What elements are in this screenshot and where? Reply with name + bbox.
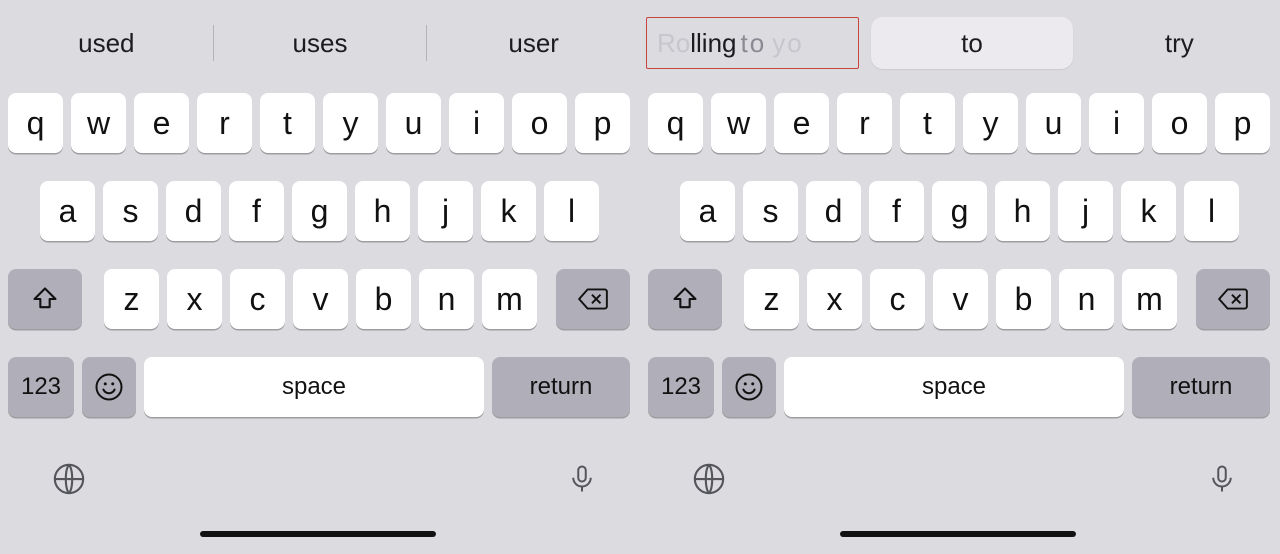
key-t[interactable]: t xyxy=(260,93,315,153)
return-key[interactable]: return xyxy=(1132,357,1270,417)
emoji-key[interactable] xyxy=(722,357,776,417)
key-e[interactable]: e xyxy=(134,93,189,153)
key-y[interactable]: y xyxy=(323,93,378,153)
shift-key[interactable] xyxy=(648,269,722,329)
key-c[interactable]: c xyxy=(230,269,285,329)
key-r[interactable]: r xyxy=(197,93,252,153)
numbers-key[interactable]: 123 xyxy=(8,357,74,417)
backspace-key[interactable] xyxy=(1196,269,1270,329)
suggestion-bar-right: Rolling to yo to try xyxy=(640,17,1280,69)
key-q[interactable]: q xyxy=(648,93,703,153)
key-q[interactable]: q xyxy=(8,93,63,153)
key-x[interactable]: x xyxy=(807,269,862,329)
home-indicator xyxy=(840,531,1076,537)
key-c[interactable]: c xyxy=(870,269,925,329)
key-n[interactable]: n xyxy=(1059,269,1114,329)
key-p[interactable]: p xyxy=(1215,93,1270,153)
key-l[interactable]: l xyxy=(544,181,599,241)
key-i[interactable]: i xyxy=(1089,93,1144,153)
key-s[interactable]: s xyxy=(743,181,798,241)
space-key[interactable]: space xyxy=(784,357,1124,417)
key-o[interactable]: o xyxy=(512,93,567,153)
backspace-key[interactable] xyxy=(556,269,630,329)
key-w[interactable]: w xyxy=(711,93,766,153)
key-u[interactable]: u xyxy=(386,93,441,153)
key-m[interactable]: m xyxy=(1122,269,1177,329)
key-b[interactable]: b xyxy=(996,269,1051,329)
key-u[interactable]: u xyxy=(1026,93,1081,153)
key-t[interactable]: t xyxy=(900,93,955,153)
key-j[interactable]: j xyxy=(418,181,473,241)
mic-icon[interactable] xyxy=(1202,459,1242,499)
key-x[interactable]: x xyxy=(167,269,222,329)
key-g[interactable]: g xyxy=(932,181,987,241)
key-w[interactable]: w xyxy=(71,93,126,153)
key-i[interactable]: i xyxy=(449,93,504,153)
key-y[interactable]: y xyxy=(963,93,1018,153)
key-f[interactable]: f xyxy=(869,181,924,241)
key-a[interactable]: a xyxy=(40,181,95,241)
key-d[interactable]: d xyxy=(806,181,861,241)
key-m[interactable]: m xyxy=(482,269,537,329)
suggestion-bar-left: used uses user xyxy=(0,17,640,69)
space-key[interactable]: space xyxy=(144,357,484,417)
key-z[interactable]: z xyxy=(104,269,159,329)
mic-icon[interactable] xyxy=(562,459,602,499)
key-l[interactable]: l xyxy=(1184,181,1239,241)
suggestion-primary[interactable]: to xyxy=(871,17,1072,69)
emoji-key[interactable] xyxy=(82,357,136,417)
key-o[interactable]: o xyxy=(1152,93,1207,153)
globe-icon[interactable] xyxy=(689,459,729,499)
key-p[interactable]: p xyxy=(575,93,630,153)
key-n[interactable]: n xyxy=(419,269,474,329)
key-j[interactable]: j xyxy=(1058,181,1113,241)
key-v[interactable]: v xyxy=(933,269,988,329)
key-a[interactable]: a xyxy=(680,181,735,241)
key-k[interactable]: k xyxy=(481,181,536,241)
numbers-key[interactable]: 123 xyxy=(648,357,714,417)
home-indicator xyxy=(200,531,436,537)
key-g[interactable]: g xyxy=(292,181,347,241)
key-k[interactable]: k xyxy=(1121,181,1176,241)
suggestion-2[interactable]: uses xyxy=(214,17,427,69)
return-key[interactable]: return xyxy=(492,357,630,417)
suggestion-alt[interactable]: try xyxy=(1079,17,1280,69)
key-d[interactable]: d xyxy=(166,181,221,241)
suggestion-3[interactable]: user xyxy=(427,17,640,69)
key-z[interactable]: z xyxy=(744,269,799,329)
suggestion-autocomplete[interactable]: Rolling to yo xyxy=(646,17,859,69)
key-h[interactable]: h xyxy=(995,181,1050,241)
key-v[interactable]: v xyxy=(293,269,348,329)
suggestion-1[interactable]: used xyxy=(0,17,213,69)
key-e[interactable]: e xyxy=(774,93,829,153)
shift-key[interactable] xyxy=(8,269,82,329)
key-h[interactable]: h xyxy=(355,181,410,241)
globe-icon[interactable] xyxy=(49,459,89,499)
key-f[interactable]: f xyxy=(229,181,284,241)
key-b[interactable]: b xyxy=(356,269,411,329)
key-r[interactable]: r xyxy=(837,93,892,153)
key-s[interactable]: s xyxy=(103,181,158,241)
